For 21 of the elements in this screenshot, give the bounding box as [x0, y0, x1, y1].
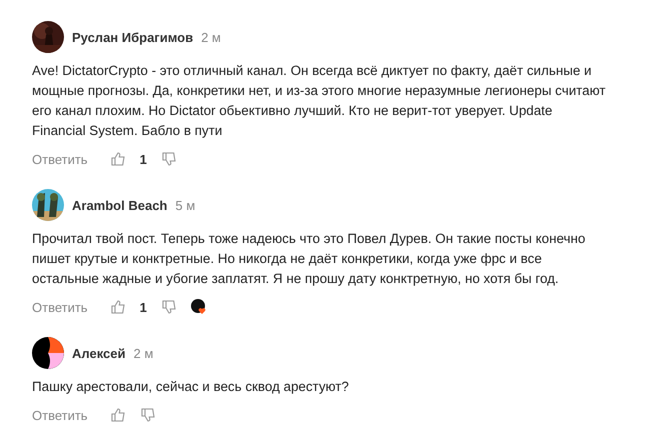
comment-text: Ave! DictatorCrypto - это отличный канал. Он всегда всё диктует по факту, даёт сильные и мощные прогнозы. Да, конкретики нет, и из-за этого многие неразумные легионеры считают его канал плохим. Но Dictator обьективно лучший. Кто не верит-тот уверует. Update Financial System. Бабло в пути: [32, 62, 606, 140]
author-name[interactable]: Arambol Beach: [72, 198, 168, 212]
reply-link[interactable]: Ответить: [32, 408, 88, 422]
thumbs-up-icon[interactable]: [110, 407, 126, 423]
thumbs-up-icon[interactable]: [110, 151, 126, 167]
author-name[interactable]: Алексей: [72, 346, 126, 360]
like-count: 1: [140, 152, 147, 166]
comment-time: 2 м: [201, 30, 221, 44]
thumbs-up-icon[interactable]: [110, 299, 126, 315]
comment-time: 2 м: [134, 346, 154, 360]
reply-link[interactable]: Ответить: [32, 300, 88, 314]
comment-text: Прочитал твой пост. Теперь тоже надеюсь что это Повел Дурев. Он такие посты конечно пишет крутые и конктретные. Но никогда не даёт конкретики, когда уже фрс и все остальные жадные и убогие заплатят. Я не прошу дату конктретную, но хотя бы год.: [32, 230, 586, 288]
author-name[interactable]: Руслан Ибрагимов: [72, 30, 194, 44]
like-count: 1: [140, 300, 147, 314]
thumbs-down-icon[interactable]: [140, 407, 156, 423]
reply-link[interactable]: Ответить: [32, 152, 88, 166]
comment-time: 5 м: [175, 198, 196, 212]
avatar-icon: [32, 337, 64, 369]
thumbs-down-icon[interactable]: [160, 299, 177, 315]
comment-text: Пашку арестовали, сейчас и весь сквод арестуют?: [32, 378, 350, 396]
thumbs-down-icon[interactable]: [160, 151, 177, 167]
